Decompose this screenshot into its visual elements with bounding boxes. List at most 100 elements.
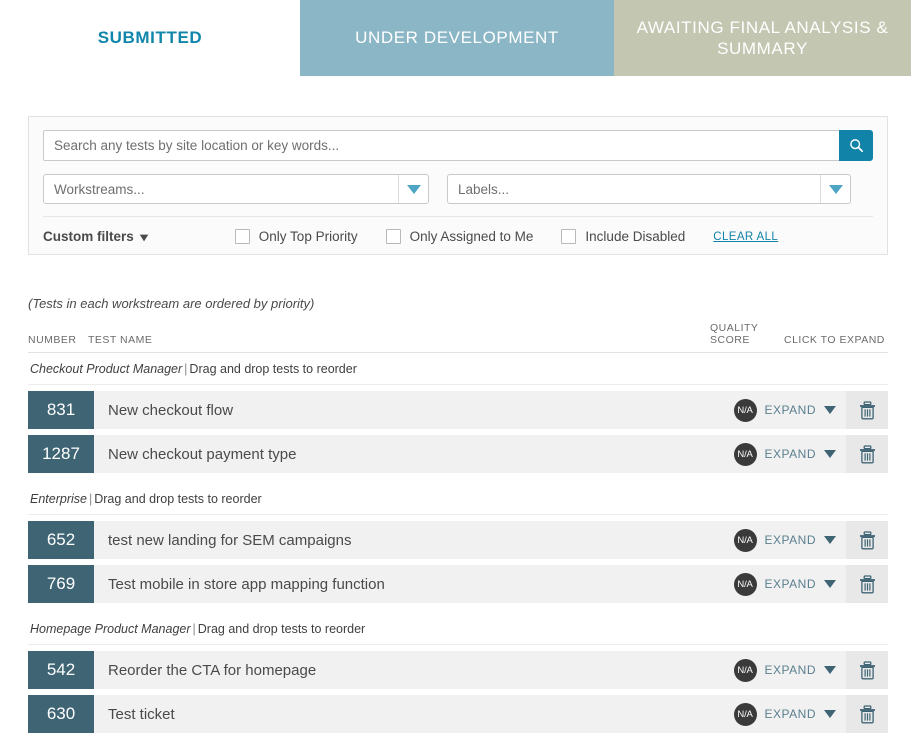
workstream-separator: | — [192, 622, 196, 636]
tab-awaiting-final-analysis-label: AWAITING FINAL ANALYSIS & SUMMARY — [636, 17, 889, 58]
checkbox-include-disabled-label: Include Disabled — [585, 229, 686, 244]
workstream-group-header: Homepage Product Manager | Drag and drop t… — [28, 613, 888, 645]
chevron-down-icon[interactable] — [824, 450, 836, 458]
filter-selects-row: Workstreams... Labels... — [43, 174, 873, 204]
test-number-badge[interactable]: 1287 — [28, 435, 94, 473]
test-number-badge[interactable]: 542 — [28, 651, 94, 689]
chevron-down-icon: ▾ — [140, 229, 148, 244]
checkbox-only-assigned-to-me[interactable]: Only Assigned to Me — [385, 229, 534, 244]
checkbox-box[interactable] — [385, 229, 401, 244]
custom-filters-row: Custom filters ▾ Only Top Priority Only … — [43, 216, 873, 254]
workstream-reorder-hint: Drag and drop tests to reorder — [197, 622, 366, 636]
checkbox-box[interactable] — [561, 229, 577, 244]
search-icon — [849, 139, 863, 152]
table-row[interactable]: 831 New checkout flow N/A EXPAND — [28, 391, 888, 429]
search-button[interactable] — [839, 130, 873, 161]
expand-button[interactable]: EXPAND — [765, 577, 816, 591]
delete-button[interactable] — [846, 521, 888, 559]
expand-button[interactable]: EXPAND — [765, 403, 816, 417]
workstream-name: Checkout Product Manager — [30, 362, 183, 376]
tab-submitted[interactable]: SUBMITTED — [0, 0, 300, 76]
checkbox-box[interactable] — [234, 229, 250, 244]
tab-under-development[interactable]: UNDER DEVELOPMENT — [300, 0, 614, 76]
column-header-test-name: TEST NAME — [88, 334, 153, 346]
test-name-label[interactable]: test new landing for SEM campaigns — [94, 521, 734, 559]
workstream-group-header: Checkout Product Manager | Drag and drop t… — [28, 353, 888, 385]
test-name-label[interactable]: Test mobile in store app mapping functio… — [94, 565, 734, 603]
chevron-down-icon[interactable] — [824, 666, 836, 674]
filter-panel: Workstreams... Labels... Custom filters … — [28, 116, 888, 255]
delete-button[interactable] — [846, 695, 888, 733]
quality-score-badge: N/A — [733, 398, 757, 422]
workstreams-select-value: Workstreams... — [54, 181, 145, 197]
chevron-down-icon[interactable] — [824, 406, 836, 414]
labels-select-arrow[interactable] — [820, 175, 850, 203]
custom-filters-label: Custom filters — [43, 229, 134, 244]
delete-button[interactable] — [846, 391, 888, 429]
table-row[interactable]: 769 Test mobile in store app mapping fun… — [28, 565, 888, 603]
checkbox-only-top-priority[interactable]: Only Top Priority — [234, 229, 358, 244]
trash-icon — [859, 400, 875, 419]
row-controls: N/A EXPAND — [733, 565, 846, 603]
workstreams-select[interactable]: Workstreams... — [43, 174, 429, 204]
list-column-headers: NUMBER TEST NAME QUALITY SCORE CLICK TO … — [28, 322, 888, 353]
expand-button[interactable]: EXPAND — [765, 663, 816, 677]
table-row[interactable]: 542 Reorder the CTA for homepage N/A EXP… — [28, 651, 888, 689]
test-name-label[interactable]: Reorder the CTA for homepage — [94, 651, 734, 689]
chevron-down-icon — [828, 184, 843, 194]
trash-icon — [859, 444, 875, 463]
test-name-label[interactable]: Test ticket — [94, 695, 734, 733]
search-input[interactable] — [43, 130, 839, 161]
table-row[interactable]: 630 Test ticket N/A EXPAND — [28, 695, 888, 733]
row-controls: N/A EXPAND — [733, 435, 846, 473]
test-number-badge[interactable]: 630 — [28, 695, 94, 733]
custom-filters-toggle[interactable]: Custom filters ▾ — [43, 229, 148, 244]
labels-select[interactable]: Labels... — [447, 174, 851, 204]
test-name-label[interactable]: New checkout flow — [94, 391, 734, 429]
column-header-number: NUMBER — [28, 334, 77, 346]
row-controls: N/A EXPAND — [733, 695, 846, 733]
test-number-badge[interactable]: 769 — [28, 565, 94, 603]
quality-score-badge: N/A — [733, 658, 757, 682]
test-number-badge[interactable]: 652 — [28, 521, 94, 559]
quality-score-badge: N/A — [733, 702, 757, 726]
checkbox-include-disabled[interactable]: Include Disabled — [561, 229, 685, 244]
trash-icon — [859, 704, 875, 723]
quality-score-badge: N/A — [733, 528, 757, 552]
workstream-name: Enterprise — [30, 492, 87, 506]
quality-score-badge: N/A — [733, 572, 757, 596]
table-row[interactable]: 652 test new landing for SEM campaigns N… — [28, 521, 888, 559]
priority-order-hint: (Tests in each workstream are ordered by… — [28, 296, 315, 311]
workstream-reorder-hint: Drag and drop tests to reorder — [189, 362, 357, 376]
search-row — [43, 130, 873, 161]
delete-button[interactable] — [846, 565, 888, 603]
chevron-down-icon[interactable] — [824, 710, 836, 718]
checkbox-only-assigned-to-me-label: Only Assigned to Me — [409, 229, 534, 244]
workstream-name: Homepage Product Manager — [30, 622, 191, 636]
status-tab-bar: SUBMITTED UNDER DEVELOPMENT AWAITING FIN… — [0, 0, 911, 76]
delete-button[interactable] — [846, 651, 888, 689]
tab-submitted-label: SUBMITTED — [97, 28, 203, 48]
tab-under-development-label: UNDER DEVELOPMENT — [355, 28, 559, 48]
workstreams-select-arrow[interactable] — [398, 175, 428, 203]
labels-select-value: Labels... — [458, 181, 510, 197]
test-number-badge[interactable]: 831 — [28, 391, 94, 429]
expand-button[interactable]: EXPAND — [765, 533, 816, 547]
test-name-label[interactable]: New checkout payment type — [94, 435, 734, 473]
expand-button[interactable]: EXPAND — [765, 707, 816, 721]
delete-button[interactable] — [846, 435, 888, 473]
checkbox-only-top-priority-label: Only Top Priority — [258, 229, 358, 244]
quality-score-badge: N/A — [733, 442, 757, 466]
chevron-down-icon[interactable] — [824, 536, 836, 544]
trash-icon — [859, 530, 875, 549]
table-row[interactable]: 1287 New checkout payment type N/A EXPAN… — [28, 435, 888, 473]
chevron-down-icon — [406, 184, 421, 194]
expand-button[interactable]: EXPAND — [765, 447, 816, 461]
workstream-reorder-hint: Drag and drop tests to reorder — [94, 492, 262, 506]
test-list: (Tests in each workstream are ordered by… — [28, 296, 888, 733]
row-controls: N/A EXPAND — [733, 651, 846, 689]
tab-awaiting-final-analysis[interactable]: AWAITING FINAL ANALYSIS & SUMMARY — [614, 0, 911, 76]
trash-icon — [859, 660, 875, 679]
chevron-down-icon[interactable] — [824, 580, 836, 588]
clear-all-link[interactable]: CLEAR ALL — [713, 231, 778, 243]
